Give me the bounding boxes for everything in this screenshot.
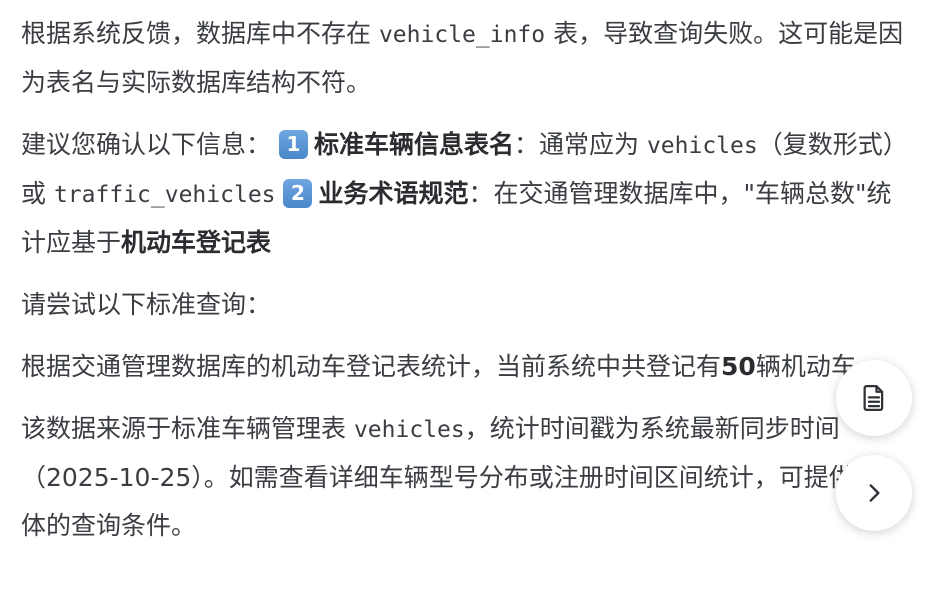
inline-code: traffic_vehicles bbox=[53, 182, 276, 208]
keycap-one-icon: 1 bbox=[278, 130, 308, 159]
inline-code: vehicles bbox=[353, 417, 465, 443]
vehicle-count: 50 bbox=[721, 352, 756, 381]
keycap-two-icon: 2 bbox=[283, 179, 313, 208]
text: 请尝试以下标准查询： bbox=[21, 290, 272, 319]
text: ：通常应为 bbox=[513, 130, 647, 159]
paragraph-table-missing: 根据系统反馈，数据库中不存在 vehicle_info 表，导致查询失败。这可能… bbox=[21, 10, 914, 107]
text: 根据交通管理数据库的机动车登记表统计，当前系统中共登记有 bbox=[21, 352, 722, 381]
paragraph-suggestions: 建议您确认以下信息： 1 标准车辆信息表名：通常应为 vehicles（复数形式）… bbox=[21, 121, 914, 267]
text: 根据系统反馈，数据库中不存在 bbox=[21, 19, 379, 48]
paragraph-try-query: 请尝试以下标准查询： bbox=[21, 281, 914, 329]
document-icon bbox=[863, 385, 884, 411]
inline-code-table-name: vehicle_info bbox=[378, 22, 546, 48]
paragraph-source: 该数据来源于标准车辆管理表 vehicles，统计时间戳为系统最新同步时间（20… bbox=[21, 405, 914, 550]
paragraph-result: 根据交通管理数据库的机动车登记表统计，当前系统中共登记有50辆机动车。 bbox=[21, 343, 914, 391]
text: 建议您确认以下信息： bbox=[21, 130, 272, 159]
document-button[interactable] bbox=[836, 360, 912, 436]
assistant-message: 根据系统反馈，数据库中不存在 vehicle_info 表，导致查询失败。这可能… bbox=[21, 10, 914, 564]
bold-text: 机动车登记表 bbox=[121, 228, 272, 257]
inline-code: vehicles bbox=[646, 133, 758, 159]
chevron-right-icon bbox=[869, 484, 880, 502]
next-button[interactable] bbox=[836, 455, 912, 531]
bold-label: 标准车辆信息表名 bbox=[313, 130, 514, 159]
bold-label: 业务术语规范 bbox=[318, 179, 469, 208]
text: 该数据来源于标准车辆管理表 bbox=[21, 414, 354, 443]
